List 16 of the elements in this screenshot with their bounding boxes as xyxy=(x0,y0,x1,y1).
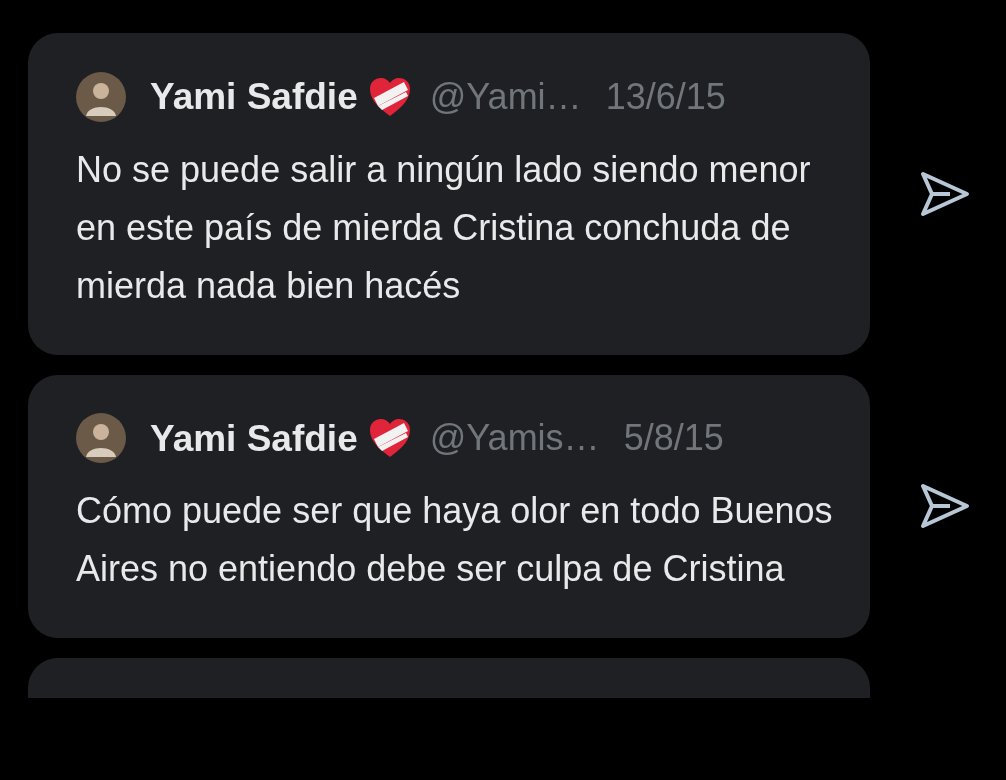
send-icon[interactable] xyxy=(920,483,970,530)
handle: @Yami… xyxy=(429,74,582,119)
send-icon[interactable] xyxy=(920,170,970,217)
author-name: Yami Safdie xyxy=(150,75,358,119)
heart-icon xyxy=(367,75,412,118)
tweet-date: 5/8/15 xyxy=(623,416,724,461)
handle: @Yamis… xyxy=(429,416,600,461)
tweet-text: No se puede salir a ningún lado siendo menor en este país de mierda Cristina conchuda de mierda nada bien hacés xyxy=(76,147,812,308)
tweet-date: 13/6/15 xyxy=(605,74,726,119)
tweet-text: Cómo puede ser que haya olor en todo Buenos Aires no entiendo debe ser culpa de Cristina xyxy=(76,489,834,591)
quoted-tweet-card[interactable]: Yami Safdie @Yami… 13/6/15 No se puede salir a ningún lado siendo menor en este país de mierda Cristina conchuda de mierda nada bien hacés xyxy=(28,33,870,355)
heart-icon xyxy=(367,417,412,460)
author-name: Yami Safdie xyxy=(150,416,358,461)
avatar xyxy=(76,71,126,122)
quoted-tweet-card[interactable]: Yami Safdie @Yamis… 5/8/15 Cómo puede ser que haya olor en todo Buenos Aires no entiendo debe ser culpa de Cristina xyxy=(28,374,870,638)
avatar xyxy=(76,413,126,464)
